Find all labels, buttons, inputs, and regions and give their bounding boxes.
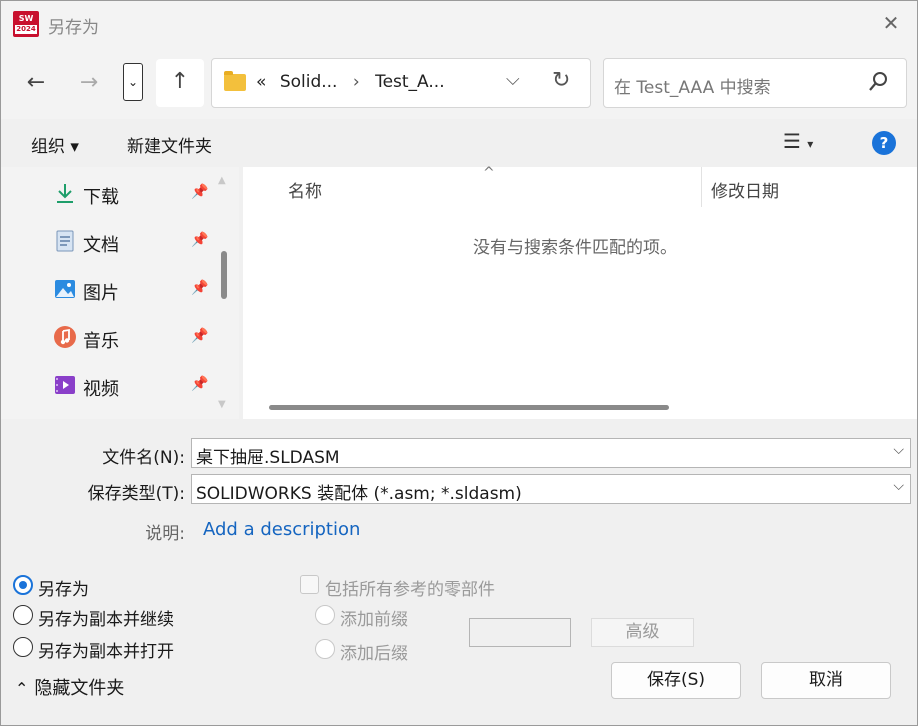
new-folder-button[interactable]: 新建文件夹 [127,132,212,157]
sidebar-item-pictures[interactable]: 图片 📌 [51,271,221,307]
scroll-up-arrow-icon[interactable]: ▲ [218,175,226,186]
advanced-button[interactable]: 高级 [591,618,694,647]
save-copy-open-label: 另存为副本并打开 [38,642,174,662]
prefix-suffix-input[interactable] [469,618,571,647]
scroll-down-arrow-icon[interactable]: ▼ [218,399,226,410]
save-copy-continue-label: 另存为副本并继续 [38,610,174,630]
column-header-name[interactable]: 名称 [288,177,322,202]
column-divider[interactable] [701,167,702,207]
save-as-label: 另存为 [38,580,89,600]
add-prefix-radio[interactable] [315,605,335,625]
add-suffix-label: 添加后缀 [340,644,408,664]
sidebar-item-label: 文档 [83,235,119,256]
folder-icon [224,71,246,91]
sidebar-item-label: 图片 [83,283,119,304]
sidebar-item-videos[interactable]: 视频 📌 [51,367,221,403]
search-input[interactable]: 在 Test_AAA 中搜索 [614,73,771,98]
chevron-down-icon[interactable]: ⌵ [893,478,904,494]
filename-value[interactable]: 桌下抽屉.SLDASM [196,443,340,468]
hide-folders-label: 隐藏文件夹 [34,678,125,699]
sidebar-item-label: 视频 [83,379,119,400]
scrollbar-thumb[interactable] [221,251,227,299]
save-as-radio[interactable] [13,575,33,595]
back-arrow-icon[interactable]: ← [16,61,56,105]
window-title: 另存为 [48,18,99,38]
pin-icon[interactable]: 📌 [191,280,208,296]
navigation-bar: ← → ⌄ ↑ « Solid... › Test_A... ⌵ ↻ 在 Tes… [1,47,917,119]
chevron-down-icon[interactable]: ⌵ [893,442,904,458]
address-bar[interactable]: « Solid... › Test_A... ⌵ ↻ [211,58,591,108]
add-suffix-radio[interactable] [315,639,335,659]
pin-icon[interactable]: 📌 [191,232,208,248]
sidebar-item-music[interactable]: 音乐 📌 [51,319,221,355]
add-prefix-label: 添加前缀 [340,610,408,630]
video-icon [55,376,75,394]
help-icon[interactable]: ? [872,131,896,155]
pin-icon[interactable]: 📌 [191,184,208,200]
recent-locations-chevron-icon[interactable]: ⌄ [123,63,143,101]
address-dropdown-chevron-icon[interactable]: ⌵ [506,69,520,90]
chevron-up-icon: ⌃ [15,679,29,698]
save-button[interactable]: 保存(S) [611,662,741,699]
save-copy-continue-radio[interactable] [13,605,33,625]
filename-label: 文件名(N): [102,448,185,468]
filetype-select[interactable]: SOLIDWORKS 装配体 (*.asm; *.sldasm) ⌵ [191,474,911,504]
organize-button[interactable]: 组织 ▾ [31,132,79,157]
breadcrumb-segment[interactable]: Test_A... [375,72,445,92]
music-icon [54,326,76,348]
description-label: 说明: [145,524,185,544]
cancel-button[interactable]: 取消 [761,662,891,699]
include-refs-checkbox[interactable] [300,575,319,594]
sidebar-item-label: 音乐 [83,331,119,352]
download-icon [57,184,73,203]
breadcrumb: « Solid... › Test_A... [256,72,445,92]
save-copy-open-radio[interactable] [13,637,33,657]
search-box[interactable]: 在 Test_AAA 中搜索 [603,58,907,108]
close-icon[interactable]: ✕ [877,9,905,37]
add-description-link[interactable]: Add a description [203,519,360,540]
filename-field[interactable]: 桌下抽屉.SLDASM ⌵ [191,438,911,468]
sidebar-item-label: 下载 [83,187,119,208]
filetype-value[interactable]: SOLIDWORKS 装配体 (*.asm; *.sldasm) [196,479,522,504]
sidebar-item-documents[interactable]: 文档 📌 [51,223,221,259]
pin-icon[interactable]: 📌 [191,376,208,392]
pictures-icon [55,280,75,298]
breadcrumb-segment[interactable]: Solid... [280,72,338,92]
horizontal-scrollbar[interactable] [269,405,669,410]
column-header-date[interactable]: 修改日期 [711,177,779,202]
forward-arrow-icon[interactable]: → [69,61,109,105]
hide-folders-button[interactable]: ⌃ 隐藏文件夹 [15,674,124,700]
view-options-icon[interactable]: ☰ ▾ [783,129,813,153]
toolbar: 组织 ▾ 新建文件夹 ☰ ▾ ? [1,119,917,167]
sidebar-item-downloads[interactable]: 下载 📌 [51,175,221,211]
sidebar-scrollbar[interactable]: ▲ ▼ [213,167,237,419]
sort-ascending-icon: ^ [483,165,495,181]
empty-message: 没有与搜索条件匹配的项。 [473,238,677,258]
title-bar: SW 2024 另存为 ✕ [1,1,917,47]
document-icon [56,230,74,252]
include-refs-label: 包括所有参考的零部件 [325,580,495,600]
filetype-label: 保存类型(T): [87,484,185,504]
file-list[interactable]: ^ 名称 修改日期 没有与搜索条件匹配的项。 [243,165,917,419]
up-arrow-icon[interactable]: ↑ [156,59,204,107]
navigation-pane: 下载 📌 文档 📌 图片 📌 音乐 📌 视频 📌 [1,167,239,419]
search-icon[interactable] [868,71,888,93]
pin-icon[interactable]: 📌 [191,328,208,344]
save-as-dialog: SW 2024 另存为 ✕ ← → ⌄ ↑ « Solid... › Test_… [0,0,918,726]
solidworks-logo-icon: SW 2024 [13,11,39,37]
refresh-icon[interactable]: ↻ [552,68,570,93]
